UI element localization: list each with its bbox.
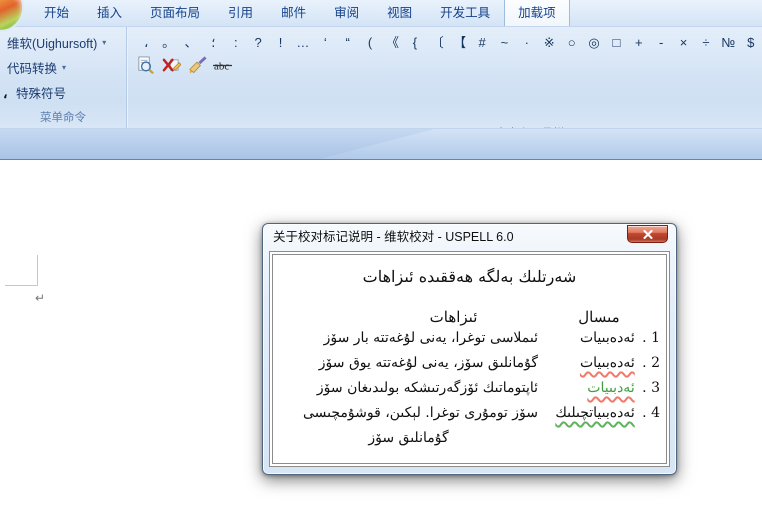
- page-margin-corner-mark: [5, 255, 38, 286]
- ribbon-tab[interactable]: 加载项: [504, 0, 570, 26]
- symbol-button[interactable]: ؛: [202, 34, 224, 51]
- dialog-title: 关于校对标记说明 - 维软校对 - USPELL 6.0: [263, 224, 676, 250]
- explanation-text: ئىملاسى توغرا، يەنى لۇغەتتە بار سۆز: [279, 326, 538, 351]
- svg-text:abc: abc: [214, 61, 229, 73]
- symbol-button[interactable]: ‘: [314, 34, 336, 51]
- column-header-example: مىسال: [538, 308, 660, 326]
- ribbon-tab[interactable]: 页面布局: [136, 0, 214, 26]
- symbol-button[interactable]: 、: [180, 34, 202, 51]
- ribbon-tab-bar: 开始插入页面布局引用邮件审阅视图开发工具加载项: [0, 0, 762, 27]
- document-canvas[interactable]: ↵ 关于校对标记说明 - 维软校对 - USPELL 6.0 شەرتلىك ب…: [0, 160, 762, 515]
- red-x-pencil-icon: [162, 56, 181, 75]
- example-word: 2 . ئەدەبىيات: [538, 351, 660, 376]
- document-magnifier-icon: [136, 56, 155, 75]
- spellcheck-button[interactable]: [134, 55, 156, 76]
- symbol-button[interactable]: {: [404, 34, 426, 51]
- chevron-down-icon: ▾: [102, 38, 106, 47]
- legend-row: 1 . ئەدەبىيات ئىملاسى توغرا، يەنى لۇغەتت…: [279, 326, 660, 351]
- menu-special-symbols[interactable]: ، 特殊符号: [0, 81, 126, 104]
- abc-strikethrough-icon: abc: [213, 56, 233, 75]
- explanation-text: ئاپتوماتىك ئۆزگەرتىشكە بولىدىغان سۆز: [279, 376, 538, 401]
- ribbon-tab[interactable]: 视图: [373, 0, 426, 26]
- symbol-button[interactable]: ?: [247, 34, 269, 51]
- comma-symbol-icon: ،: [3, 88, 14, 98]
- symbol-button[interactable]: :: [225, 34, 247, 51]
- ribbon-addins-pane: 维软(Uighursoft) ▾ 代码转换 ▾ ، 特殊符号 菜单命令 ،。、؛…: [0, 27, 762, 128]
- symbol-button[interactable]: ○: [560, 34, 582, 51]
- example-word-text-green-red-wavy: ئەدبىيات: [587, 380, 634, 396]
- symbol-button[interactable]: □: [605, 34, 627, 51]
- example-word-text: ئەدەبىيات: [580, 330, 635, 346]
- group-label-menu-commands: 菜单命令: [0, 109, 126, 125]
- symbol-button[interactable]: !: [269, 34, 291, 51]
- menu-uighursoft[interactable]: 维软(Uighursoft) ▾: [0, 31, 126, 54]
- symbol-button[interactable]: ~: [493, 34, 515, 51]
- legend-row: 3 . ئەدبىيات ئاپتوماتىك ئۆزگەرتىشكە بولى…: [279, 376, 660, 401]
- close-button[interactable]: [627, 225, 668, 243]
- example-word: 4 . ئەدەبىياتچىلىك: [538, 401, 660, 426]
- symbol-button[interactable]: “: [337, 34, 359, 51]
- strike-abc-button[interactable]: abc: [212, 55, 234, 76]
- explanation-text: سۆز تومۇرى توغرا. لېكىن، قوشۇمچىسى: [279, 401, 538, 426]
- symbol-button[interactable]: ×: [672, 34, 694, 51]
- column-header-explanation: ئىزاھات: [279, 308, 538, 326]
- ribbon-tab[interactable]: 引用: [214, 0, 267, 26]
- format-brush-button[interactable]: [186, 55, 208, 76]
- legend-column-headers: مىسال ئىزاھات: [279, 308, 660, 326]
- ribbon-tab[interactable]: 插入: [83, 0, 136, 26]
- example-word-text-red-wavy: ئەدەبىيات: [580, 355, 635, 371]
- legend-row-continuation: گۇمانلىق سۆز: [279, 426, 660, 451]
- symbol-button[interactable]: …: [292, 34, 314, 51]
- symbol-button[interactable]: (: [359, 34, 381, 51]
- ribbon-tab[interactable]: 审阅: [320, 0, 373, 26]
- row-number: 1 .: [639, 330, 660, 346]
- chevron-down-icon: ▾: [62, 63, 66, 72]
- ribbon-tab[interactable]: 开发工具: [426, 0, 504, 26]
- symbol-button[interactable]: 《: [381, 34, 403, 51]
- ribbon-tab[interactable]: 邮件: [267, 0, 320, 26]
- symbol-button[interactable]: -: [650, 34, 672, 51]
- symbol-button[interactable]: ·: [516, 34, 538, 51]
- close-icon: [643, 230, 653, 239]
- symbol-button[interactable]: ÷: [695, 34, 717, 51]
- symbol-button[interactable]: ،: [135, 34, 157, 51]
- example-word: 1 . ئەدەبىيات: [538, 326, 660, 351]
- row-number: 4 .: [639, 405, 660, 421]
- brush-icon: [188, 56, 207, 75]
- custom-toolbar-group: ،。、؛:?!…‘“(《{〔【#~·※○◎□+-×÷№$¥: [127, 27, 762, 128]
- example-word-text-green-wavy: ئەدەبىياتچىلىك: [555, 405, 634, 421]
- explanation-text: گۇمانلىق سۆز، يەنى لۇغەتتە يوق سۆز: [279, 351, 538, 376]
- remove-markup-button[interactable]: [160, 55, 182, 76]
- symbol-button-row: ،。、؛:?!…‘“(《{〔【#~·※○◎□+-×÷№$¥: [127, 27, 762, 51]
- proofing-tool-row: abc: [127, 51, 762, 76]
- row-number: 3 .: [639, 380, 660, 396]
- paragraph-mark: ↵: [35, 291, 45, 305]
- explanation-text-line2: گۇمانلىق سۆز: [279, 426, 538, 451]
- menu-code-convert-label: 代码转换: [7, 58, 57, 77]
- symbol-button[interactable]: 。: [157, 34, 179, 51]
- symbol-button[interactable]: 【: [448, 34, 470, 51]
- menu-special-symbols-label: 特殊符号: [16, 83, 66, 102]
- dialog-content-panel: شەرتلىك بەلگە ھەققىدە ئىزاھات مىسال ئىزا…: [269, 251, 670, 467]
- symbol-button[interactable]: $: [740, 34, 762, 51]
- symbol-button[interactable]: ※: [538, 34, 560, 51]
- symbol-button[interactable]: №: [717, 34, 739, 51]
- symbol-button[interactable]: #: [471, 34, 493, 51]
- symbol-button[interactable]: 〔: [426, 34, 448, 51]
- ribbon-tab[interactable]: 开始: [30, 0, 83, 26]
- symbol-button[interactable]: ◎: [583, 34, 605, 51]
- example-word: 3 . ئەدبىيات: [538, 376, 660, 401]
- legend-heading: شەرتلىك بەلگە ھەققىدە ئىزاھات: [279, 267, 660, 286]
- legend-panel: شەرتلىك بەلگە ھەققىدە ئىزاھات مىسال ئىزا…: [272, 254, 667, 464]
- row-number: 2 .: [639, 355, 660, 371]
- uspell-about-dialog: 关于校对标记说明 - 维软校对 - USPELL 6.0 شەرتلىك بەل…: [262, 223, 677, 475]
- legend-row: 4 . ئەدەبىياتچىلىك سۆز تومۇرى توغرا. لېك…: [279, 401, 660, 426]
- legend-row: 2 . ئەدەبىيات گۇمانلىق سۆز، يەنى لۇغەتتە…: [279, 351, 660, 376]
- ribbon-bottom-gloss-band: [0, 128, 762, 160]
- example-spacer: [538, 426, 660, 451]
- menu-commands-group: 维软(Uighursoft) ▾ 代码转换 ▾ ، 特殊符号 菜单命令: [0, 27, 127, 128]
- symbol-button[interactable]: +: [628, 34, 650, 51]
- menu-uighursoft-label: 维软(Uighursoft): [7, 33, 97, 52]
- menu-code-convert[interactable]: 代码转换 ▾: [0, 56, 126, 79]
